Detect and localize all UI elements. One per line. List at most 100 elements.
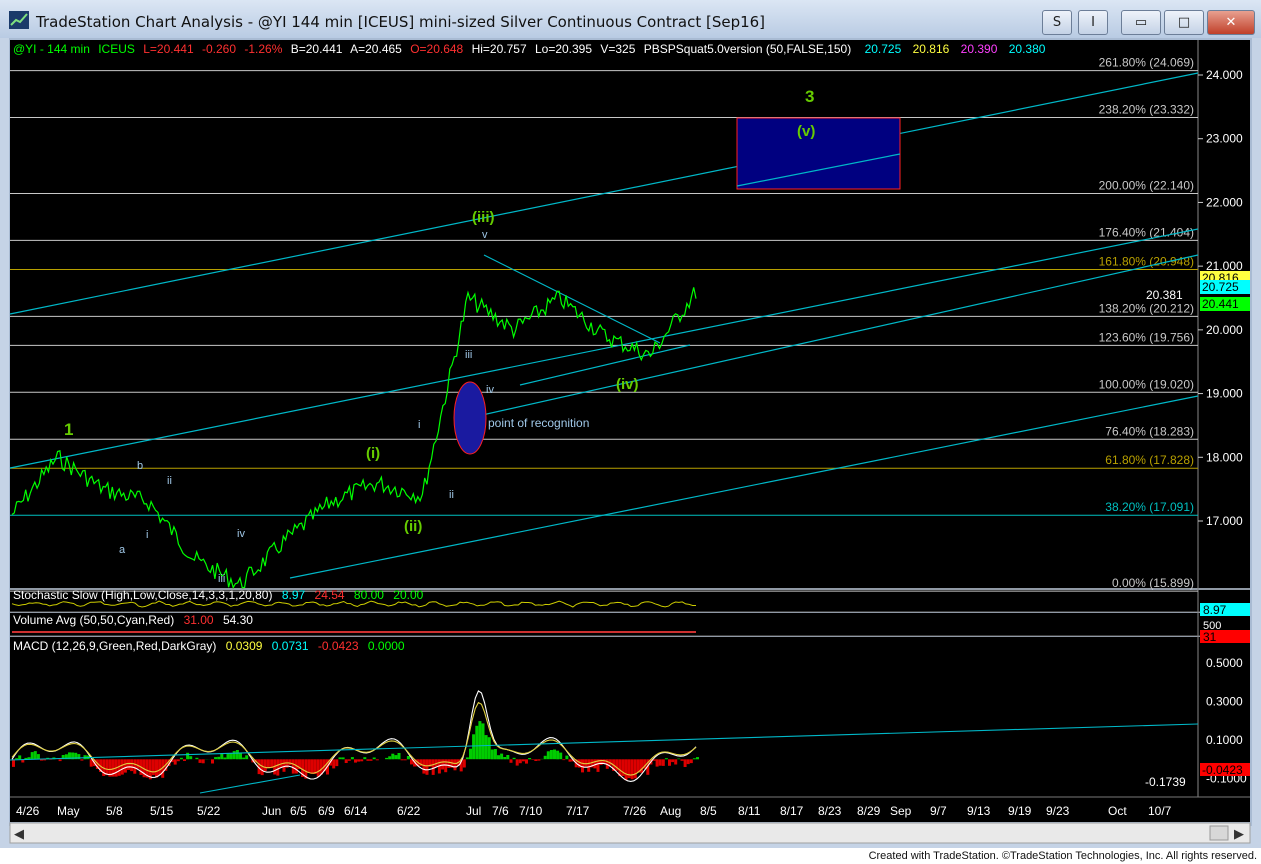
- macd-hist-bar: [668, 759, 671, 766]
- x-axis-label-10: Jul: [466, 804, 481, 818]
- macd-hist-bar: [391, 753, 395, 760]
- volume-tag-text: 31: [1203, 630, 1217, 644]
- macd-hist-bar: [151, 759, 155, 776]
- macd-hist-bar: [680, 759, 684, 761]
- macd-hist-bar: [223, 757, 227, 760]
- macd-hist-bar: [549, 750, 553, 760]
- macd-hist-bar: [354, 759, 357, 763]
- macd-hist-bar: [310, 759, 314, 774]
- x-axis-label-8: 6/14: [344, 804, 368, 818]
- macd-hist-bar: [201, 759, 205, 764]
- macd-hist-bar: [195, 757, 199, 760]
- macd-hist-bar: [282, 759, 286, 772]
- x-axis-label-11: 7/6: [492, 804, 509, 818]
- macd-hist-bar: [490, 749, 494, 760]
- macd-hist-bar: [683, 759, 687, 767]
- sub-label-b: b: [137, 460, 143, 472]
- x-axis-label-3: 5/15: [150, 804, 174, 818]
- macd-hist-bar: [661, 759, 665, 766]
- chart-window: TradeStation Chart Analysis - @YI 144 mi…: [0, 0, 1261, 864]
- header-change-pct: -1.26%: [244, 42, 282, 56]
- macd-hist-bar: [633, 759, 637, 779]
- macd-hist-bar: [478, 721, 482, 760]
- macd-hist-bar: [372, 757, 376, 760]
- fib-label-1: 238.20% (23.332): [1099, 103, 1194, 117]
- price-tag-20441-text: 20.441: [1202, 297, 1239, 311]
- header-study: PBSPSquat5.0version (50,FALSE,150): [644, 42, 851, 56]
- macd-hist-bar: [562, 759, 566, 761]
- macd-hist-bar: [556, 750, 560, 760]
- macd-hist-bar: [406, 756, 410, 760]
- macd-hist-bar: [288, 759, 292, 766]
- macd-hist-bar: [33, 751, 37, 760]
- macd-hist-bar: [546, 751, 550, 760]
- macd-hist-bar: [397, 753, 401, 760]
- scroll-right-icon[interactable]: ▶: [1234, 826, 1244, 841]
- macd-hist-bar: [553, 749, 556, 760]
- macd-tick-label-0: 0.5000: [1206, 656, 1243, 670]
- macd-hist-bar: [363, 757, 367, 760]
- sub-label-ii-b: ii: [167, 475, 172, 487]
- x-axis-label-12: 7/10: [519, 804, 543, 818]
- x-axis-label-0: 4/26: [16, 804, 40, 818]
- sub-label-iv-b: iv: [237, 528, 245, 540]
- header-v3: 20.390: [961, 42, 998, 56]
- header-v4: 20.380: [1009, 42, 1046, 56]
- macd-hist-bar: [217, 756, 221, 760]
- macd-hist-bar: [664, 758, 668, 760]
- macd-hist-bar: [385, 757, 389, 760]
- header-low: Lo=20.395: [535, 42, 592, 56]
- macd-hist-bar: [220, 753, 224, 760]
- x-axis-label-5: Jun: [262, 804, 281, 818]
- macd-hist-bar: [655, 759, 659, 767]
- macd-hist-bar: [425, 759, 429, 775]
- macd-hist-bar: [472, 734, 476, 760]
- x-axis-label-22: 9/7: [930, 804, 947, 818]
- scrollbar-thumb[interactable]: [1209, 825, 1229, 841]
- macd-hist-bar: [630, 759, 634, 780]
- macd-hist-bar: [534, 759, 538, 761]
- macd-hist-bar: [487, 737, 491, 760]
- x-axis-label-18: 8/17: [780, 804, 804, 818]
- x-axis-label-25: 9/23: [1046, 804, 1070, 818]
- header-symbol: @YI - 144 min: [13, 42, 90, 56]
- header-last: L=20.441: [143, 42, 194, 56]
- sub-label-v: v: [482, 229, 488, 241]
- macd-hist-bar: [242, 757, 246, 760]
- x-axis-label-6: 6/5: [290, 804, 307, 818]
- macd-hist-bar: [186, 752, 190, 760]
- macd-hist-bar: [515, 759, 519, 766]
- stochastic-os: 20.00: [393, 588, 423, 602]
- header-ask: A=20.465: [350, 42, 402, 56]
- price-pane: [10, 40, 1198, 588]
- macd-hist-bar: [369, 759, 373, 761]
- macd-hist-bar: [388, 756, 392, 760]
- fib-label-2: 200.00% (22.140): [1099, 179, 1194, 193]
- x-axis-label-7: 6/9: [318, 804, 335, 818]
- price-tick-label-1: 23.000: [1206, 132, 1243, 146]
- scroll-left-icon[interactable]: ◀: [14, 826, 24, 841]
- macd-hist-bar: [136, 759, 140, 769]
- chart-canvas[interactable]: @YI - 144 min ICEUS L=20.441 -0.260 -1.2…: [0, 0, 1261, 848]
- macd-hist-bar: [214, 757, 218, 760]
- price-tags: 20.816 20.725 20.441: [1200, 271, 1250, 311]
- macd-hist-bar: [543, 755, 547, 760]
- macd-label: MACD (12,26,9,Green,Red,DarkGray): [13, 639, 216, 653]
- sub-label-iv: iv: [486, 384, 494, 396]
- horizontal-scrollbar[interactable]: [9, 822, 1251, 844]
- x-axis-label-19: 8/23: [818, 804, 842, 818]
- macd-min-label: -0.1739: [1145, 775, 1186, 789]
- macd-hist-bar: [689, 759, 693, 764]
- x-axis-label-14: 7/26: [623, 804, 647, 818]
- level-20381-label: 20.381: [1146, 288, 1183, 302]
- wave-3-label: 3: [805, 87, 814, 106]
- macd-hist-bar: [15, 758, 19, 760]
- macd-hist-bar: [245, 755, 249, 760]
- macd-hist-bar: [503, 757, 507, 760]
- header-bid: B=20.441: [291, 42, 343, 56]
- macd-hist-bar: [565, 755, 569, 760]
- macd-hist-bar: [674, 759, 678, 765]
- macd-hist-bar: [18, 755, 22, 760]
- price-tick-label-4: 20.000: [1206, 323, 1243, 337]
- macd-hist-bar: [686, 759, 690, 765]
